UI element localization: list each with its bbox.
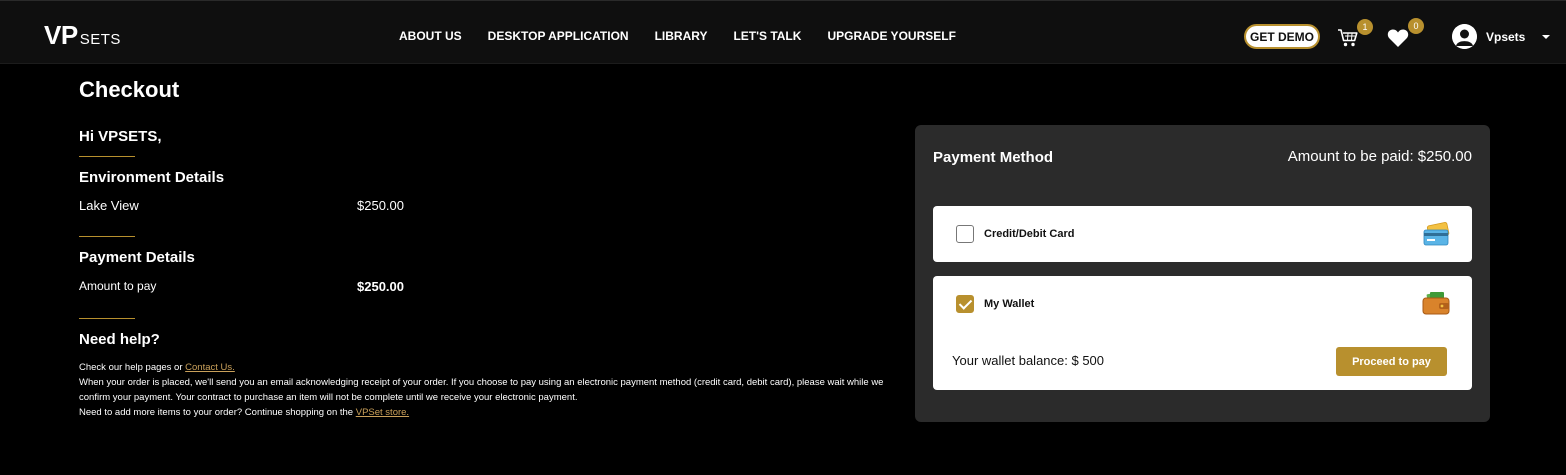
main-nav: ABOUT US DESKTOP APPLICATION LIBRARY LET…	[399, 29, 956, 43]
wallet-icon	[1422, 291, 1450, 315]
payment-method-title: Payment Method	[933, 149, 1054, 166]
nav-about-us[interactable]: ABOUT US	[399, 29, 462, 43]
vpsets-logo[interactable]: VP SETS	[44, 20, 121, 51]
user-menu[interactable]: Vpsets	[1452, 24, 1551, 49]
wallet-checkbox[interactable]	[956, 295, 974, 313]
payment-details-heading: Payment Details	[79, 249, 195, 266]
help-line-store: Need to add more items to your order? Co…	[79, 407, 410, 418]
environment-item-name: Lake View	[79, 198, 139, 213]
amount-to-pay-value: $250.00	[357, 279, 404, 294]
help-line-order-info: When your order is placed, we'll send yo…	[79, 377, 884, 403]
contact-us-link[interactable]: Contact Us.	[185, 362, 235, 373]
amount-to-pay-label: Amount to pay	[79, 279, 157, 293]
nav-upgrade-yourself[interactable]: UPGRADE YOURSELF	[827, 29, 955, 43]
section-divider	[79, 236, 135, 237]
wishlist-count-badge: 0	[1408, 18, 1424, 34]
logo-vp-text: VP	[44, 20, 78, 50]
cart-icon[interactable]	[1337, 28, 1359, 48]
credit-card-checkbox[interactable]	[956, 225, 974, 243]
wishlist-heart-icon[interactable]	[1387, 27, 1409, 48]
user-greeting: Hi VPSETS,	[79, 128, 162, 145]
top-navbar: VP SETS ABOUT US DESKTOP APPLICATION LIB…	[0, 0, 1566, 64]
user-name: Vpsets	[1486, 29, 1526, 44]
environment-item-price: $250.00	[357, 198, 404, 213]
my-wallet-option[interactable]: My Wallet Your wallet balance: $ 500 Pro…	[933, 276, 1472, 390]
nav-library[interactable]: LIBRARY	[655, 29, 708, 43]
avatar	[1452, 24, 1477, 49]
need-help-heading: Need help?	[79, 331, 160, 348]
vpset-store-link[interactable]: VPSet store.	[356, 407, 409, 418]
credit-card-icon	[1423, 222, 1450, 246]
section-divider	[79, 156, 135, 157]
amount-to-be-paid: Amount to be paid: $250.00	[1287, 148, 1472, 165]
logo-sets-text: SETS	[79, 31, 121, 48]
payment-method-panel: Payment Method Amount to be paid: $250.0…	[915, 125, 1490, 422]
environment-details-heading: Environment Details	[79, 169, 225, 186]
nav-desktop-application[interactable]: DESKTOP APPLICATION	[488, 29, 629, 43]
wallet-label: My Wallet	[984, 298, 1035, 310]
help-line-contact: Check our help pages or Contact Us.	[79, 362, 235, 373]
cart-count-badge: 1	[1357, 19, 1373, 35]
proceed-to-pay-button[interactable]: Proceed to pay	[1336, 347, 1447, 376]
wallet-balance: Your wallet balance: $ 500	[952, 353, 1105, 368]
nav-lets-talk[interactable]: LET'S TALK	[733, 29, 801, 43]
help-text-block: Check our help pages or Contact Us. When…	[79, 360, 889, 420]
section-divider	[79, 318, 135, 319]
get-demo-button[interactable]: GET DEMO	[1244, 24, 1320, 49]
page-title: Checkout	[79, 77, 180, 102]
user-avatar-icon	[1452, 24, 1477, 49]
credit-card-label: Credit/Debit Card	[984, 228, 1075, 240]
credit-debit-card-option[interactable]: Credit/Debit Card	[933, 206, 1472, 262]
chevron-down-icon[interactable]	[1542, 34, 1551, 39]
